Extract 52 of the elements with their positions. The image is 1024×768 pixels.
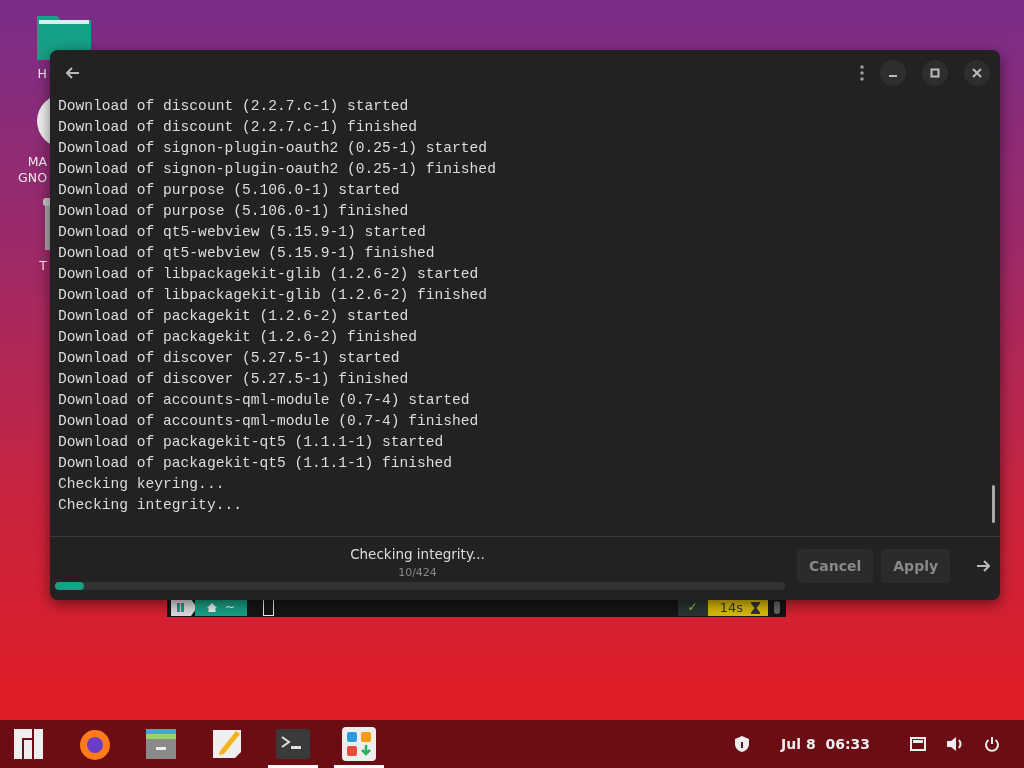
close-button[interactable]: [964, 59, 990, 86]
clock[interactable]: Jul 8 06:33: [781, 736, 870, 752]
back-arrow-icon[interactable]: [66, 66, 80, 79]
log-line: Download of purpose (5.106.0-1) finished: [58, 202, 409, 221]
browser-icon[interactable]: [78, 727, 112, 761]
shield-icon[interactable]: [735, 736, 750, 752]
log-line: Download of libpackagekit-glib (1.2.6-2) started: [58, 265, 479, 284]
directory-text: ~: [225, 599, 236, 616]
log-line: Download of libpackagekit-glib (1.2.6-2) finished: [58, 286, 488, 305]
log-line: Download of discover (5.27.5-1) finished: [58, 370, 409, 389]
desktop-icon-label: T: [38, 258, 47, 274]
software-center-icon[interactable]: [342, 727, 376, 761]
minimize-icon: [889, 74, 897, 77]
log-line: Download of discount (2.2.7.c-1) started: [58, 97, 409, 116]
distro-logo-icon[interactable]: [14, 729, 44, 759]
desktop-icon-label: H: [36, 66, 47, 82]
log-line: Download of packagekit (1.2.6-2) started: [58, 307, 409, 326]
log-line: Download of accounts-qml-module (0.7-4) started: [58, 391, 470, 410]
menu-dots-icon[interactable]: [860, 64, 864, 81]
power-icon[interactable]: [984, 736, 1000, 752]
running-indicator: [334, 765, 384, 768]
log-line: Checking keyring...: [58, 475, 225, 494]
scrollbar: [774, 601, 780, 614]
log-line: Download of packagekit (1.2.6-2) finished: [58, 328, 418, 347]
log-line: Download of qt5-webview (5.15.9-1) started: [58, 223, 426, 242]
minimize-button[interactable]: [880, 59, 906, 86]
forward-arrow-icon[interactable]: [976, 559, 991, 572]
log-line: Download of packagekit-qt5 (1.1.1-1) started: [58, 433, 444, 452]
log-line: Download of accounts-qml-module (0.7-4) finished: [58, 412, 479, 431]
duration-text: 14s: [719, 599, 743, 616]
home-icon: [207, 603, 217, 612]
log-line: Download of qt5-webview (5.15.9-1) finished: [58, 244, 435, 263]
maximize-button[interactable]: [922, 59, 948, 86]
file-cabinet-icon[interactable]: [144, 727, 178, 761]
maximize-icon: [930, 67, 940, 78]
terminal-icon[interactable]: [276, 729, 310, 759]
hourglass-icon: [751, 601, 760, 614]
progress-count: 10/424: [398, 566, 437, 579]
status-text: Checking integrity...: [350, 546, 485, 562]
scrollbar-thumb[interactable]: [992, 485, 995, 523]
log-line: Download of discount (2.2.7.c-1) finished: [58, 118, 418, 137]
log-line: Download of signon-plugin-oauth2 (0.25-1) started: [58, 139, 488, 158]
close-icon: [972, 67, 982, 78]
text-editor-icon[interactable]: [210, 727, 244, 761]
desktop-icon-label: MA GNO: [17, 154, 47, 186]
log-line: Download of discover (5.27.5-1) started: [58, 349, 400, 368]
log-line: Download of packagekit-qt5 (1.1.1-1) finished: [58, 454, 453, 473]
volume-icon[interactable]: [946, 736, 964, 752]
log-line: Checking integrity...: [58, 496, 242, 515]
log-line: Download of signon-plugin-oauth2 (0.25-1) finished: [58, 160, 496, 179]
running-indicator: [268, 765, 318, 768]
log-line: Download of purpose (5.106.0-1) started: [58, 181, 400, 200]
